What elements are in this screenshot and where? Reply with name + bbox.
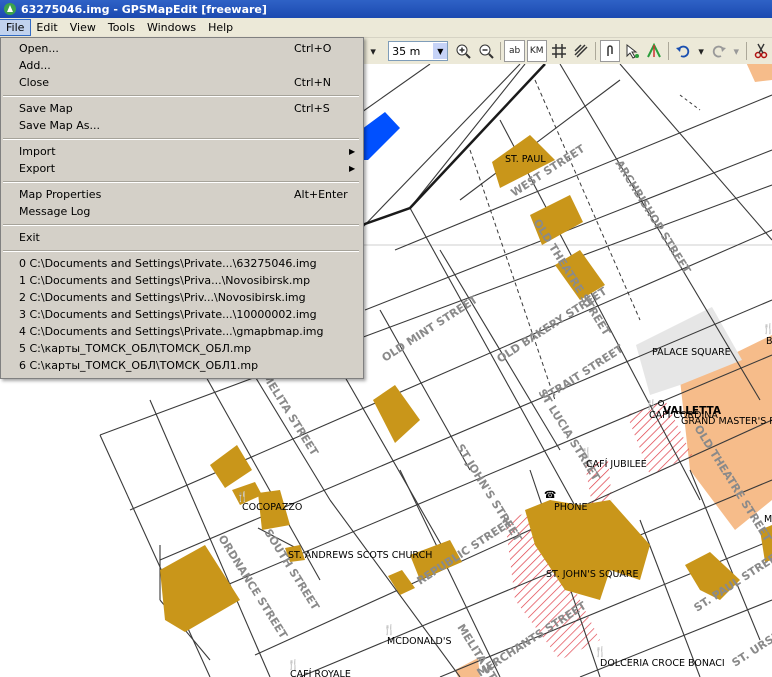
chevron-down-icon[interactable]: ▼ — [433, 43, 448, 59]
poi-label-cocopazzo: COCOPAZZO — [242, 502, 302, 513]
menu-help[interactable]: Help — [202, 20, 239, 35]
menu-item-open[interactable]: Open... Ctrl+O — [1, 40, 361, 57]
menu-item-save-map-as[interactable]: Save Map As... — [1, 117, 361, 134]
zoom-select[interactable]: 35 m ▼ — [388, 41, 449, 61]
menu-item-shortcut: Ctrl+O — [294, 42, 332, 55]
menu-item-shortcut: Alt+Enter — [294, 188, 348, 201]
scale-toggle-icon[interactable]: KM — [526, 40, 547, 62]
restaurant-icon: 🍴 — [594, 645, 606, 658]
menu-item-close[interactable]: Close Ctrl+N — [1, 74, 361, 91]
toolbar-separator — [745, 42, 747, 60]
poi-label-st-andrews: ST. ANDREWS SCOTS CHURCH — [288, 550, 432, 561]
gpsmapedit-app-icon — [4, 3, 16, 15]
menu-item-message-log[interactable]: Message Log — [1, 203, 361, 220]
poi-label-st-johns-square: ST. JOHN'S SQUARE — [546, 569, 639, 580]
poi-label-st-paul: ST. PAUL — [505, 154, 546, 165]
menu-separator — [3, 138, 359, 140]
menu-separator — [3, 181, 359, 183]
poi-label-dolceria: DOLCERIA CROCE BONACI — [600, 658, 725, 669]
layers-icon[interactable] — [571, 40, 591, 62]
menu-item-label: Close — [19, 76, 49, 89]
edit-nodes-icon[interactable] — [644, 40, 664, 62]
poi-label-b-edge: B — [766, 336, 772, 347]
toolbar-separator — [595, 42, 597, 60]
menu-file[interactable]: File — [0, 19, 32, 36]
toolbar: ▾ 35 m ▼ ab KM ▾ ▾ — [362, 38, 772, 65]
redo-icon[interactable] — [709, 40, 729, 62]
zoom-in-icon[interactable] — [453, 40, 473, 62]
recent-file-path: 3 C:\Documents and Settings\Private...\1… — [19, 308, 317, 321]
menu-item-recent-file[interactable]: 6 C:\карты_ТОМСК_ОБЛ\ТОМСК_ОБЛ1.mp — [1, 357, 361, 374]
poi-label-m-edge: M — [764, 514, 772, 525]
undo-dropdown-icon[interactable]: ▾ — [696, 40, 707, 62]
menu-separator — [3, 224, 359, 226]
poi-label-grand-masters: GRAND MASTER'S P... — [681, 416, 772, 427]
menu-item-import[interactable]: Import ▶ — [1, 143, 361, 160]
menu-item-export[interactable]: Export ▶ — [1, 160, 361, 177]
submenu-arrow-icon: ▶ — [349, 164, 356, 173]
menu-view[interactable]: View — [64, 20, 102, 35]
recent-file-path: 5 C:\карты_ТОМСК_ОБЛ\ТОМСК_ОБЛ.mp — [19, 342, 252, 355]
menu-item-recent-file[interactable]: 2 C:\Documents and Settings\Priv...\Novo… — [1, 289, 361, 306]
menu-item-save-map[interactable]: Save Map Ctrl+S — [1, 100, 361, 117]
title-bar: 63275046.img - GPSMapEdit [freeware] — [0, 0, 772, 18]
poi-label-phone: PHONE — [554, 502, 587, 513]
phone-icon: ☎ — [544, 490, 556, 501]
menu-windows[interactable]: Windows — [141, 20, 202, 35]
menu-separator — [3, 250, 359, 252]
menu-separator — [3, 95, 359, 97]
menu-item-label: Add... — [19, 59, 51, 72]
redo-dropdown-icon[interactable]: ▾ — [731, 40, 742, 62]
select-objects-icon[interactable] — [622, 40, 642, 62]
menu-item-recent-file[interactable]: 3 C:\Documents and Settings\Private...\1… — [1, 306, 361, 323]
file-menu-dropdown: Open... Ctrl+O Add... Close Ctrl+N Save … — [0, 37, 364, 379]
menu-item-exit[interactable]: Exit — [1, 229, 361, 246]
menu-item-shortcut: Ctrl+S — [294, 102, 330, 115]
recent-file-path: 0 C:\Documents and Settings\Private...\6… — [19, 257, 317, 270]
menu-item-label: Map Properties — [19, 188, 102, 201]
menu-item-label: Export — [19, 162, 56, 175]
toolbar-separator — [499, 42, 501, 60]
menu-item-recent-file[interactable]: 1 C:\Documents and Settings\Priva...\Nov… — [1, 272, 361, 289]
undo-icon[interactable] — [673, 40, 693, 62]
menu-item-label: Open... — [19, 42, 59, 55]
menu-tools[interactable]: Tools — [102, 20, 141, 35]
menu-item-label: Save Map As... — [19, 119, 100, 132]
zoom-value: 35 m — [392, 44, 421, 58]
window-title: 63275046.img - GPSMapEdit [freeware] — [21, 2, 267, 16]
poi-label-caffe-royale: CAFÍ ROYALE — [290, 668, 351, 677]
recent-file-path: 4 C:\Documents and Settings\Private...\g… — [19, 325, 324, 338]
menu-item-label: Save Map — [19, 102, 73, 115]
restaurant-icon: 🍴 — [762, 322, 772, 335]
restaurant-icon: 🍴 — [383, 623, 395, 636]
menu-edit[interactable]: Edit — [30, 20, 63, 35]
menu-item-recent-file[interactable]: 4 C:\Documents and Settings\Private...\g… — [1, 323, 361, 340]
recent-file-path: 2 C:\Documents and Settings\Priv...\Novo… — [19, 291, 306, 304]
menu-item-label: Exit — [19, 231, 40, 244]
menu-item-label: Message Log — [19, 205, 91, 218]
menu-item-label: Import — [19, 145, 56, 158]
grid-icon[interactable] — [549, 40, 569, 62]
menu-item-recent-file[interactable]: 5 C:\карты_ТОМСК_ОБЛ\ТОМСК_ОБЛ.mp — [1, 340, 361, 357]
poi-label-palace-square: PALACE SQUARE — [652, 347, 731, 358]
poi-label-cafe-jubilee: CAFÍ JUBILEE — [586, 458, 647, 470]
menu-item-recent-file[interactable]: 0 C:\Documents and Settings\Private...\6… — [1, 255, 361, 272]
scissors-icon[interactable] — [751, 40, 771, 62]
menu-bar: File Edit View Tools Windows Help — [0, 18, 772, 38]
toolbar-separator — [668, 42, 670, 60]
menu-item-map-properties[interactable]: Map Properties Alt+Enter — [1, 186, 361, 203]
poi-label-mcdonalds: MCDONALD'S — [387, 636, 451, 647]
attach-icon[interactable] — [600, 40, 621, 62]
recent-file-path: 1 C:\Documents and Settings\Priva...\Nov… — [19, 274, 311, 287]
zoom-out-icon[interactable] — [475, 40, 495, 62]
toolbar-dropdown-arrow-icon[interactable]: ▾ — [363, 40, 383, 62]
submenu-arrow-icon: ▶ — [349, 147, 356, 156]
menu-item-add[interactable]: Add... — [1, 57, 361, 74]
labels-toggle-icon[interactable]: ab — [504, 40, 525, 62]
menu-item-shortcut: Ctrl+N — [294, 76, 332, 89]
recent-file-path: 6 C:\карты_ТОМСК_ОБЛ\ТОМСК_ОБЛ1.mp — [19, 359, 259, 372]
